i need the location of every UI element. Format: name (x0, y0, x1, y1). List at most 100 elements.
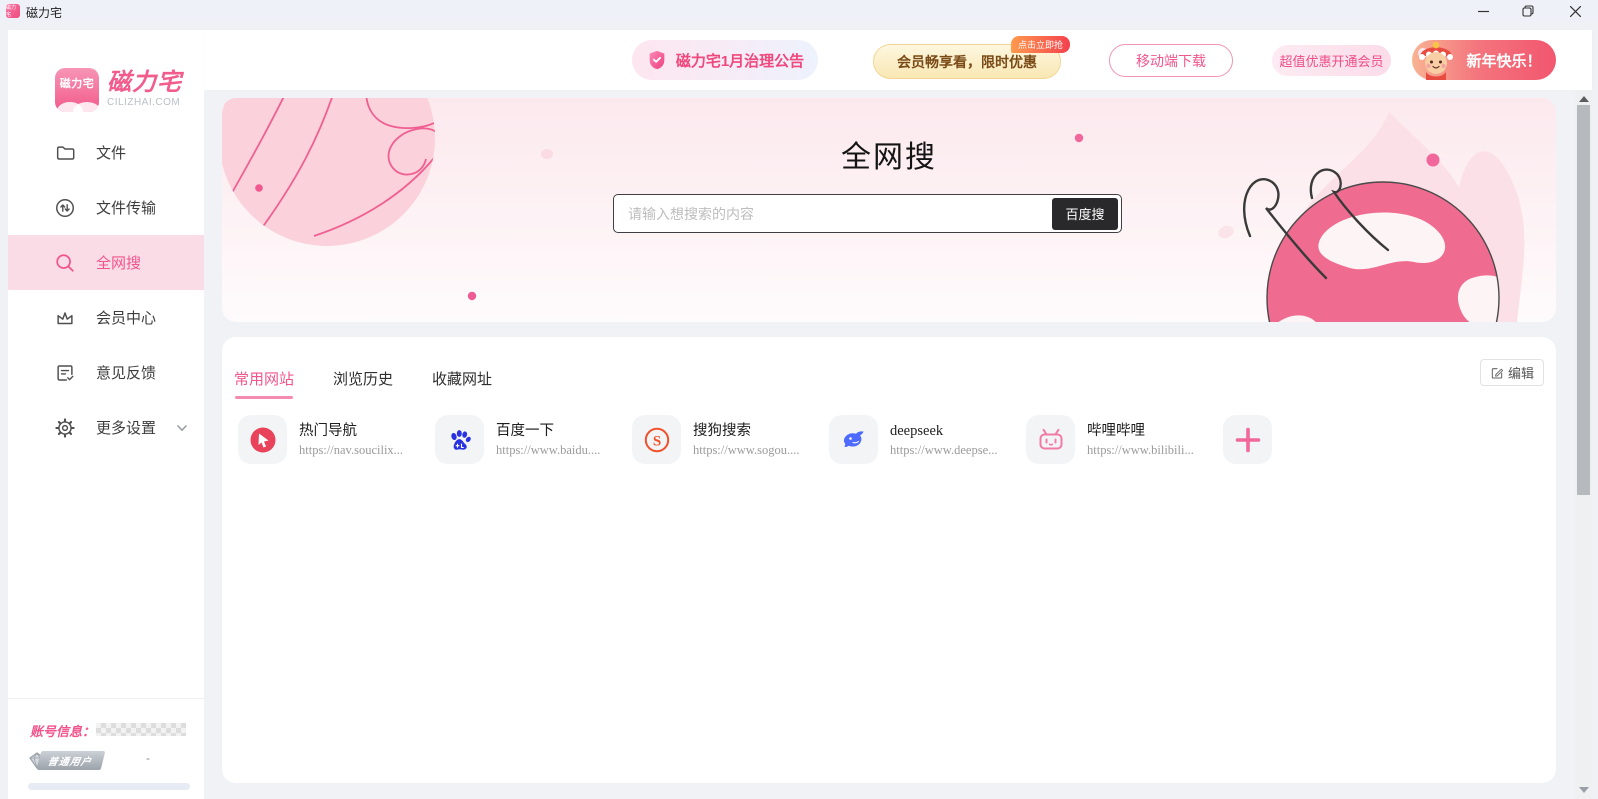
shortcut-tile (238, 415, 287, 464)
restore-icon (1522, 5, 1534, 17)
user-level-badge: 普通用户 (28, 751, 103, 770)
shield-icon (646, 49, 668, 71)
close-button[interactable] (1554, 0, 1596, 22)
shortcut-url: https://www.bilibili... (1087, 442, 1194, 458)
shortcut-sogou[interactable]: S 搜狗搜索 https://www.sogou.... (632, 415, 800, 464)
announcement-button[interactable]: 磁力宅1月治理公告 (632, 40, 818, 80)
transfer-icon (54, 197, 76, 219)
sidebar: 磁力宅 磁力宅 CILIZHAI.COM 文件 文件传输 (8, 30, 204, 799)
deepseek-whale-icon (840, 426, 868, 454)
logo-name: 磁力宅 (107, 70, 182, 96)
sidebar-item-more-settings[interactable]: 更多设置 (8, 400, 204, 455)
sites-panel: 常用网站 浏览历史 收藏网址 编辑 (222, 337, 1556, 783)
search-banner: 全网搜 百度搜 (222, 98, 1556, 322)
open-member-label: 超值优惠开通会员 (1279, 51, 1383, 70)
site-tabs: 常用网站 浏览历史 收藏网址 (234, 368, 492, 397)
window-title: 磁力宅 (26, 4, 62, 21)
tab-common-sites[interactable]: 常用网站 (234, 368, 294, 397)
shortcut-tile (1223, 415, 1272, 464)
app-window: 磁力宅 磁力宅 磁力宅 磁力宅 CILIZHAI.COM (0, 0, 1598, 799)
gear-icon (54, 417, 76, 439)
lion-dance-mascot-icon (1412, 36, 1460, 84)
user-level-text: 普通用户 (47, 753, 94, 768)
sidebar-item-member-center[interactable]: 会员中心 (8, 290, 204, 345)
shortcut-url: https://www.baidu.... (496, 442, 600, 458)
storage-progress-bar (28, 783, 190, 790)
member-promo-label: 会员畅享看，限时优惠 (897, 52, 1037, 72)
sogou-icon: S (643, 426, 671, 454)
shortcut-hot-nav[interactable]: 热门导航 https://nav.soucilix... (238, 415, 403, 464)
sidebar-item-feedback[interactable]: 意见反馈 (8, 345, 204, 400)
shortcut-tile (829, 415, 878, 464)
sidebar-item-files[interactable]: 文件 (8, 125, 204, 180)
new-year-label: 新年快乐！ (1466, 50, 1541, 71)
shortcut-tile: S (632, 415, 681, 464)
restore-button[interactable] (1507, 0, 1549, 22)
logo-domain: CILIZHAI.COM (107, 97, 182, 108)
shortcut-name: 哔哩哔哩 (1087, 422, 1194, 440)
page-title: 全网搜 (222, 132, 1556, 176)
shortcut-baidu[interactable]: 百度一下 https://www.baidu.... (435, 415, 600, 464)
shortcut-name: 搜狗搜索 (693, 422, 800, 440)
sidebar-item-label: 意见反馈 (96, 362, 156, 383)
open-member-button[interactable]: 超值优惠开通会员 (1272, 45, 1391, 76)
account-info-label: 账号信息： (30, 721, 95, 740)
edit-button-label: 编辑 (1508, 363, 1534, 382)
app-logo: 磁力宅 磁力宅 CILIZHAI.COM (55, 68, 182, 112)
search-icon (54, 252, 76, 274)
logo-cloud-shape (73, 102, 99, 112)
account-value: - (146, 751, 150, 765)
tab-bookmarks[interactable]: 收藏网址 (432, 368, 492, 397)
shortcut-url: https://www.deepse... (890, 442, 998, 458)
sidebar-item-web-search[interactable]: 全网搜 (8, 235, 204, 290)
feedback-icon (54, 362, 76, 384)
mobile-download-button[interactable]: 移动端下载 (1109, 44, 1233, 77)
vertical-scrollbar[interactable] (1575, 90, 1592, 799)
member-promo-button[interactable]: 会员畅享看，限时优惠 点击立即抢 (873, 44, 1061, 79)
shortcut-name: 百度一下 (496, 422, 600, 440)
account-section: 账号信息： 普通用户 - (8, 698, 204, 799)
search-input[interactable] (614, 206, 1052, 222)
plus-icon (1233, 425, 1263, 455)
header: 磁力宅1月治理公告 会员畅享看，限时优惠 点击立即抢 移动端下载 超值优惠开通会… (204, 30, 1592, 90)
crown-icon (54, 307, 76, 329)
logo-icon: 磁力宅 (55, 68, 99, 112)
sidebar-item-label: 文件 (96, 142, 126, 163)
shortcut-bilibili[interactable]: 哔哩哔哩 https://www.bilibili... (1026, 415, 1194, 464)
account-redacted-text (96, 723, 186, 736)
mobile-download-label: 移动端下载 (1136, 51, 1206, 71)
add-shortcut-button[interactable] (1223, 415, 1272, 464)
baidu-search-button[interactable]: 百度搜 (1052, 198, 1118, 230)
scroll-up-arrow-icon[interactable] (1579, 96, 1589, 102)
edit-button[interactable]: 编辑 (1480, 359, 1544, 386)
shortcut-url: https://www.sogou.... (693, 442, 800, 458)
scroll-down-arrow-icon[interactable] (1579, 787, 1589, 793)
new-year-button[interactable]: 新年快乐！ (1412, 40, 1556, 80)
main-content: 全网搜 百度搜 常用网站 浏览历史 收藏网址 编辑 (204, 90, 1592, 799)
promo-corner-badge: 点击立即抢 (1011, 36, 1070, 53)
folder-icon (54, 142, 76, 164)
shortcut-tile (435, 415, 484, 464)
minimize-button[interactable] (1462, 0, 1504, 22)
close-icon (1570, 6, 1581, 17)
titlebar: 磁力宅 磁力宅 (0, 0, 1598, 22)
announcement-label: 磁力宅1月治理公告 (676, 50, 804, 71)
baidu-icon (446, 426, 474, 454)
sidebar-item-label: 会员中心 (96, 307, 156, 328)
minimize-icon (1478, 6, 1489, 17)
bilibili-icon (1037, 426, 1065, 454)
shortcut-name: 热门导航 (299, 422, 403, 440)
edit-icon (1490, 366, 1504, 380)
shortcut-url: https://nav.soucilix... (299, 442, 403, 458)
svg-text:S: S (652, 433, 660, 449)
app-icon: 磁力宅 (6, 4, 20, 18)
tab-history[interactable]: 浏览历史 (333, 368, 393, 397)
shortcut-deepseek[interactable]: deepseek https://www.deepse... (829, 415, 998, 464)
hot-nav-icon (249, 426, 277, 454)
sidebar-item-label: 全网搜 (96, 252, 141, 273)
logo-icon-text: 磁力宅 (55, 75, 99, 91)
search-bar: 百度搜 (613, 194, 1122, 233)
sidebar-item-file-transfer[interactable]: 文件传输 (8, 180, 204, 235)
app-icon-text: 磁力宅 (6, 4, 20, 18)
scrollbar-thumb[interactable] (1577, 105, 1590, 495)
